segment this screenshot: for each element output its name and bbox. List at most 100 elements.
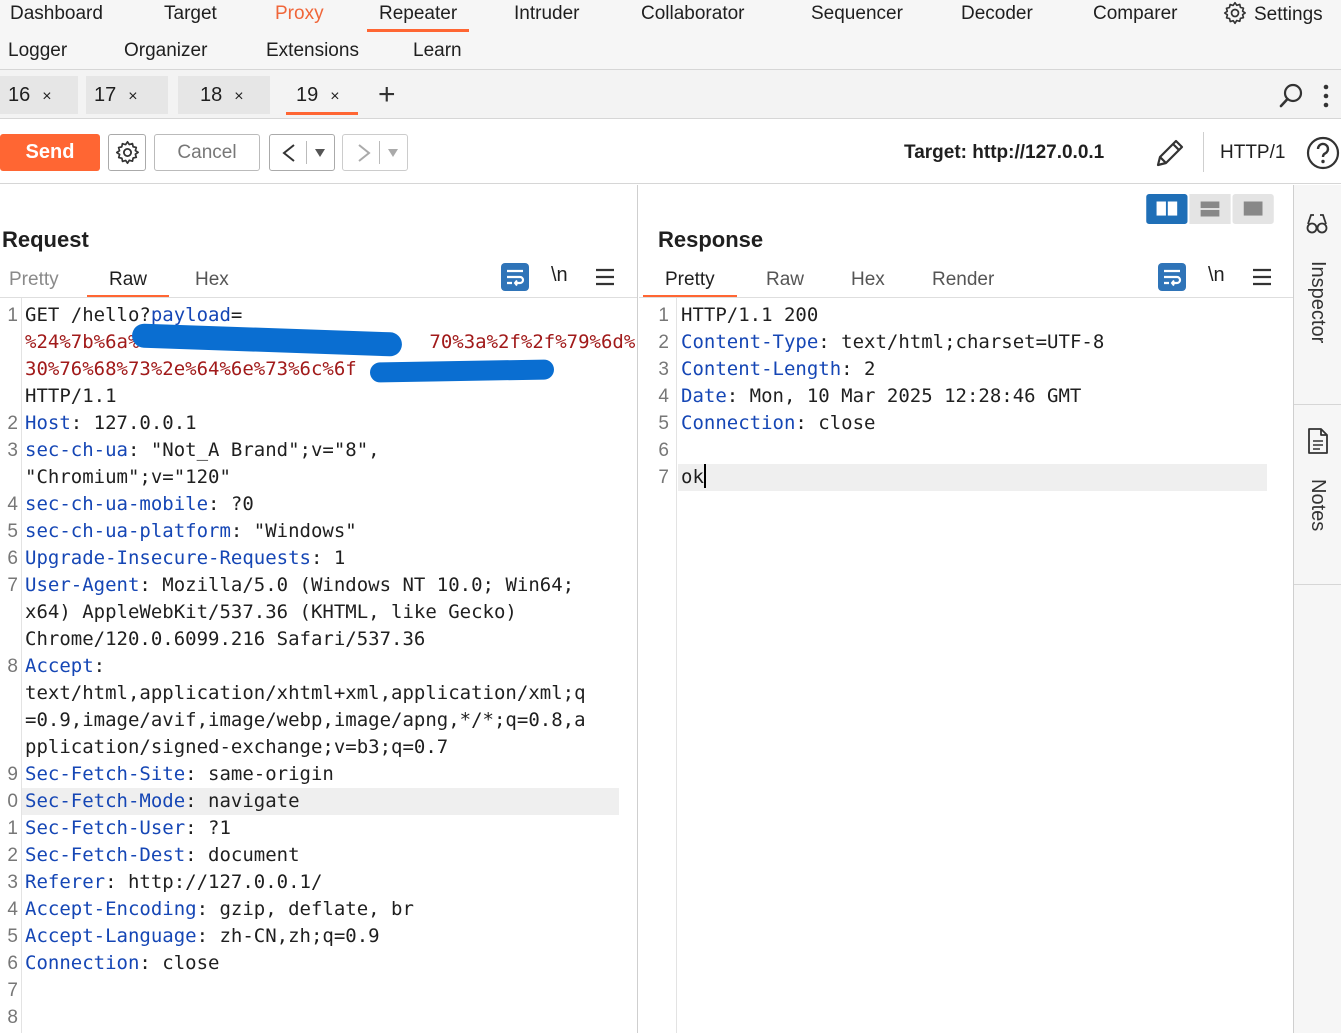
divider <box>306 141 307 164</box>
header-value: : 127.0.0.1 <box>70 412 197 434</box>
header-name: Accept <box>25 655 94 677</box>
header-name: sec-ch-ua-platform <box>25 520 231 542</box>
history-forward-button[interactable] <box>342 134 408 171</box>
repeater-tab-17[interactable]: 17 × <box>86 76 168 114</box>
gear-icon <box>1223 1 1246 25</box>
menu-organizer[interactable]: Organizer <box>124 34 207 69</box>
line-number: 8 <box>7 1007 18 1028</box>
header-line: Upgrade-Insecure-Requests: 1 <box>25 545 629 572</box>
menu-settings[interactable]: Settings <box>1222 0 1323 34</box>
request-pane: Request Pretty Raw Hex \n 1 2 3 4 5 6 7 … <box>0 185 638 1033</box>
help-icon[interactable] <box>1305 135 1341 171</box>
line-number: 4 <box>7 899 18 920</box>
divider <box>379 141 380 164</box>
header-value: : Mon, 10 Mar 2025 12:28:46 GMT <box>726 385 1082 407</box>
menu-icon[interactable] <box>1251 266 1273 288</box>
header-value: : same-origin <box>185 763 334 785</box>
response-title: Response <box>658 227 764 252</box>
menu-extensions[interactable]: Extensions <box>266 34 359 69</box>
response-tab-hex[interactable]: Hex <box>851 269 885 291</box>
request-action-bar: Send Cancel Target: http://127.0.0.1 HTT… <box>0 120 1341 184</box>
word-wrap-icon[interactable] <box>1157 262 1187 292</box>
history-back-button[interactable] <box>269 134 335 171</box>
line-number: 5 <box>7 521 18 542</box>
chevron-right-icon <box>358 144 371 162</box>
request-tab-raw[interactable]: Raw <box>86 269 170 298</box>
menu-decoder[interactable]: Decoder <box>961 0 1033 34</box>
request-tab-pretty[interactable]: Pretty <box>9 269 59 291</box>
newline-toggle-icon[interactable]: \n <box>551 264 568 287</box>
request-code: GET /hello?payload= %24%7b%6a% 70%3a%2f%2… <box>22 302 635 977</box>
response-editor[interactable]: 1 2 3 4 5 6 7 HTTP/1.1 200 Content-Type:… <box>639 298 1293 1033</box>
header-line: Content-Length: 2 <box>681 356 1277 383</box>
send-options-button[interactable] <box>108 134 146 171</box>
response-tab-render[interactable]: Render <box>932 269 994 291</box>
header-value: Chrome/120.0.6099.216 Safari/537.36 <box>25 628 426 650</box>
header-line: text/html,application/xhtml+xml,applicat… <box>25 680 629 707</box>
more-vertical-icon[interactable] <box>1320 83 1332 109</box>
menu-target[interactable]: Target <box>164 0 217 34</box>
repeater-tab-16[interactable]: 16 × <box>0 76 78 114</box>
menu-comparer[interactable]: Comparer <box>1093 0 1177 34</box>
header-value: : navigate <box>185 790 300 812</box>
header-line-selected: Sec-Fetch-Mode: navigate <box>22 788 619 815</box>
header-name: Content-Length <box>681 358 842 380</box>
header-line: Sec-Fetch-Site: same-origin <box>25 761 629 788</box>
menu-proxy[interactable]: Proxy <box>275 0 324 34</box>
header-line: Sec-Fetch-Dest: document <box>25 842 629 869</box>
close-icon[interactable]: × <box>234 88 243 105</box>
dropdown-arrow-icon[interactable] <box>387 148 399 158</box>
protocol-selector[interactable]: HTTP/1 <box>1220 142 1285 164</box>
header-line: x64) AppleWebKit/537.36 (KHTML, like Gec… <box>25 599 629 626</box>
word-wrap-icon[interactable] <box>500 262 530 292</box>
encoded-payload-end: 70%3a%2f%2f%79%6d% <box>429 331 636 353</box>
pencil-icon[interactable] <box>1152 135 1188 171</box>
header-value: : http://127.0.0.1/ <box>105 871 323 893</box>
line-number: 1 <box>7 818 18 839</box>
close-icon[interactable]: × <box>42 88 51 105</box>
cancel-button[interactable]: Cancel <box>154 134 260 171</box>
dropdown-arrow-icon[interactable] <box>314 148 326 158</box>
line-number: 9 <box>7 764 18 785</box>
menu-logger[interactable]: Logger <box>8 34 67 69</box>
divider <box>1203 132 1204 172</box>
newline-toggle-icon[interactable]: \n <box>1208 264 1225 287</box>
encoded-payload-part: 30%76%68%73%2e%64%6e%73%6c%6f <box>25 358 357 380</box>
header-value: text/html,application/xhtml+xml,applicat… <box>25 682 586 704</box>
repeater-tab-19[interactable]: 19 × <box>278 76 366 115</box>
close-icon[interactable]: × <box>330 88 339 105</box>
request-editor[interactable]: 1 2 3 4 5 6 7 8 9 0 1 2 3 4 5 6 7 8 GET … <box>0 298 637 1033</box>
main-menu-row-2: Logger Organizer Extensions Learn <box>0 34 1341 70</box>
response-tab-raw[interactable]: Raw <box>766 269 804 291</box>
inspector-label: Inspector <box>1307 261 1329 344</box>
menu-icon[interactable] <box>594 266 616 288</box>
close-icon[interactable]: × <box>128 88 137 105</box>
menu-sequencer[interactable]: Sequencer <box>811 0 903 34</box>
menu-learn[interactable]: Learn <box>413 34 462 69</box>
search-icon[interactable] <box>1278 82 1306 110</box>
menu-intruder[interactable]: Intruder <box>514 0 579 34</box>
repeater-tab-18[interactable]: 18 × <box>178 76 270 114</box>
request-version: HTTP/1.1 <box>25 385 117 407</box>
menu-collaborator[interactable]: Collaborator <box>641 0 745 34</box>
menu-repeater[interactable]: Repeater <box>366 0 470 34</box>
header-line: Chrome/120.0.6099.216 Safari/537.36 <box>25 626 629 653</box>
menu-settings-label: Settings <box>1254 4 1323 25</box>
request-tab-hex[interactable]: Hex <box>195 269 229 291</box>
line-number-gutter: 1 2 3 4 5 6 7 8 9 0 1 2 3 4 5 6 7 8 <box>0 298 22 1033</box>
line-number: 6 <box>658 440 669 461</box>
header-value: : "Not_A Brand";v="8", <box>127 439 380 461</box>
header-line: Accept-Encoding: gzip, deflate, br <box>25 896 629 923</box>
header-value: : zh-CN,zh;q=0.9 <box>196 925 380 947</box>
response-tab-pretty[interactable]: Pretty <box>643 269 737 298</box>
notes-toggle[interactable]: Notes <box>1294 405 1341 585</box>
response-body: ok <box>681 466 704 488</box>
inspector-toggle[interactable]: Inspector <box>1294 185 1341 405</box>
request-title: Request <box>2 227 89 252</box>
line-number: 3 <box>658 359 669 380</box>
layout-toggle[interactable] <box>1142 194 1278 224</box>
menu-dashboard[interactable]: Dashboard <box>10 0 103 34</box>
send-button[interactable]: Send <box>0 134 100 171</box>
header-value: : <box>93 655 106 677</box>
add-tab-button[interactable]: + <box>378 78 396 112</box>
